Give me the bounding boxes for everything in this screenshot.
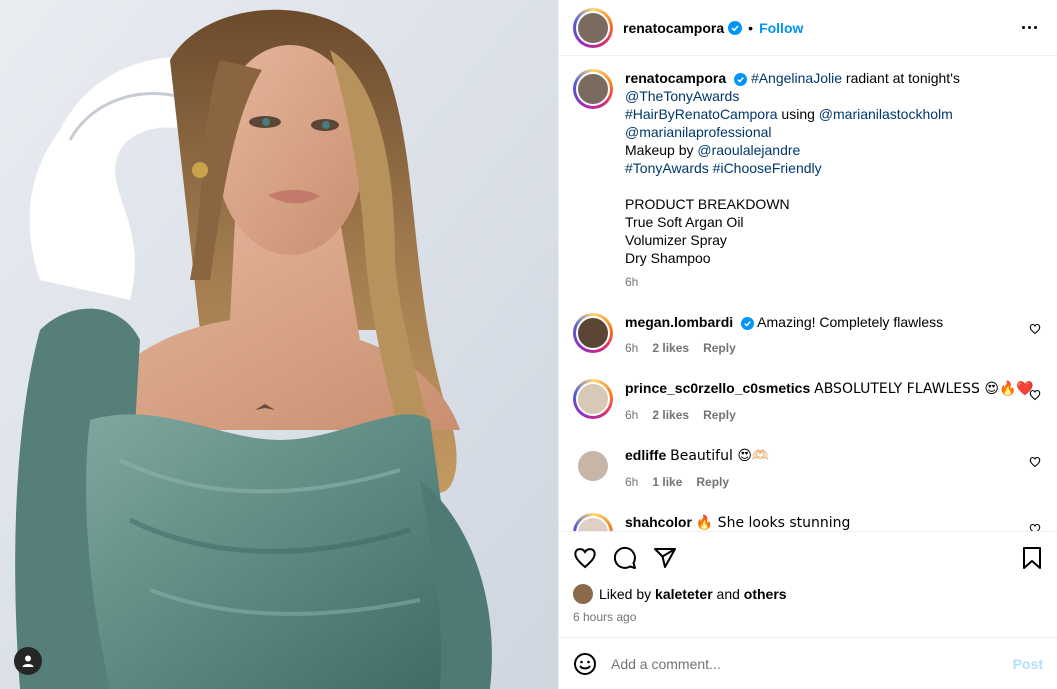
post-panel: renatocampora • Follow renatocampora #An… [558, 0, 1057, 689]
comments-section[interactable]: renatocampora #AngelinaJolie radiant at … [559, 57, 1057, 531]
mention-link[interactable]: @raoulalejandre [697, 142, 800, 158]
caption-text: Volumizer Spray [625, 232, 727, 248]
comment-text: Amazing! Completely flawless [757, 314, 944, 330]
heart-icon[interactable] [1029, 323, 1041, 335]
save-icon [1023, 547, 1041, 569]
user-tag-button[interactable] [14, 647, 42, 675]
mention-link[interactable]: @TheTonyAwards [625, 87, 1043, 105]
post-caption: renatocampora #AngelinaJolie radiant at … [573, 69, 1043, 291]
author-username[interactable]: renatocampora [623, 20, 724, 36]
caption-text: PRODUCT BREAKDOWN [625, 196, 790, 212]
save-button[interactable] [1021, 546, 1043, 570]
caption-username[interactable]: renatocampora [625, 70, 726, 86]
comment-input[interactable] [611, 655, 1013, 672]
post-image[interactable] [0, 0, 558, 689]
comment-text: Beautiful 😍🫶🏻 [670, 448, 770, 464]
heart-icon[interactable] [1029, 389, 1041, 401]
caption-text: Makeup by [625, 142, 698, 158]
comment-avatar[interactable] [573, 446, 613, 486]
comment-time[interactable]: 6h [625, 473, 638, 491]
liked-by-and: and [712, 586, 744, 602]
comment-username[interactable]: megan.lombardi [625, 314, 733, 330]
comment-time[interactable]: 6h [625, 339, 638, 357]
verified-icon [728, 20, 743, 35]
post-actions-area: Liked by kaleteter and others 6 hours ag… [559, 531, 1057, 624]
comment-likes[interactable]: 2 likes [652, 339, 689, 357]
like-button[interactable] [573, 546, 597, 570]
comment-username[interactable]: prince_sc0rzello_c0smetics [625, 380, 810, 396]
verified-icon [741, 316, 755, 330]
emoji-icon[interactable] [573, 652, 597, 676]
reply-button[interactable]: Reply [696, 473, 729, 491]
liker-username[interactable]: kaleteter [655, 586, 713, 602]
comment-text: 🔥 She looks stunning [695, 515, 851, 531]
comment-item: megan.lombardi Amazing! Completely flawl… [573, 313, 1043, 357]
action-bar [573, 532, 1043, 584]
comment-username[interactable]: edliffe [625, 447, 666, 463]
separator-dot: • [748, 19, 754, 36]
share-button[interactable] [653, 546, 677, 570]
comment-avatar[interactable] [573, 379, 613, 419]
comment-likes[interactable]: 2 likes [652, 406, 689, 424]
comment-button[interactable] [613, 546, 637, 570]
caption-text: radiant at tonight's [842, 70, 960, 86]
comment-text: ABSOLUTELY FLAWLESS 😍🔥❤️ [814, 381, 1034, 397]
share-icon [654, 548, 676, 568]
reply-button[interactable]: Reply [703, 406, 736, 424]
comment-item: shahcolor 🔥 She looks stunning [573, 513, 1043, 531]
comment-likes[interactable]: 1 like [652, 473, 682, 491]
more-options-button[interactable] [1016, 20, 1043, 35]
likes-others-link[interactable]: others [744, 586, 787, 602]
follow-button[interactable]: Follow [759, 20, 803, 36]
comment-username[interactable]: shahcolor [625, 514, 692, 530]
hashtag-link[interactable]: #TonyAwards #iChooseFriendly [625, 159, 1043, 177]
liker-avatar[interactable] [573, 584, 593, 604]
more-icon [1022, 26, 1025, 29]
comment-time[interactable]: 6h [625, 406, 638, 424]
posted-time[interactable]: 6 hours ago [573, 610, 1043, 624]
reply-button[interactable]: Reply [703, 339, 736, 357]
caption-text: Dry Shampoo [625, 250, 711, 266]
heart-icon[interactable] [1029, 456, 1041, 468]
liked-by-prefix: Liked by [599, 586, 656, 602]
caption-time[interactable]: 6h [625, 273, 1043, 291]
mention-link[interactable]: @marianilaprofessional [625, 123, 1043, 141]
comment-avatar[interactable] [573, 513, 613, 531]
photo-illustration [0, 0, 558, 689]
verified-icon [734, 72, 748, 86]
post-header: renatocampora • Follow [559, 0, 1057, 56]
mention-link[interactable]: @marianilastockholm [819, 106, 953, 122]
comment-item: prince_sc0rzello_c0smetics ABSOLUTELY FL… [573, 379, 1043, 424]
comment-item: edliffe Beautiful 😍🫶🏻 6h 1 like Reply [573, 446, 1043, 491]
add-comment-bar: Post [559, 637, 1057, 689]
caption-text: using [777, 106, 819, 122]
hashtag-link[interactable]: #AngelinaJolie [751, 70, 842, 86]
caption-text: True Soft Argan Oil [625, 214, 744, 230]
hashtag-link[interactable]: #HairByRenatoCampora [625, 106, 778, 122]
heart-icon[interactable] [1029, 523, 1041, 531]
comment-icon [613, 546, 636, 569]
caption-avatar[interactable] [573, 69, 613, 109]
author-avatar[interactable] [573, 7, 613, 48]
post-comment-button[interactable]: Post [1013, 656, 1043, 672]
liked-by: Liked by kaleteter and others [573, 584, 1043, 604]
user-tag-icon [22, 655, 34, 667]
heart-icon [574, 548, 596, 569]
comment-avatar[interactable] [573, 313, 613, 353]
